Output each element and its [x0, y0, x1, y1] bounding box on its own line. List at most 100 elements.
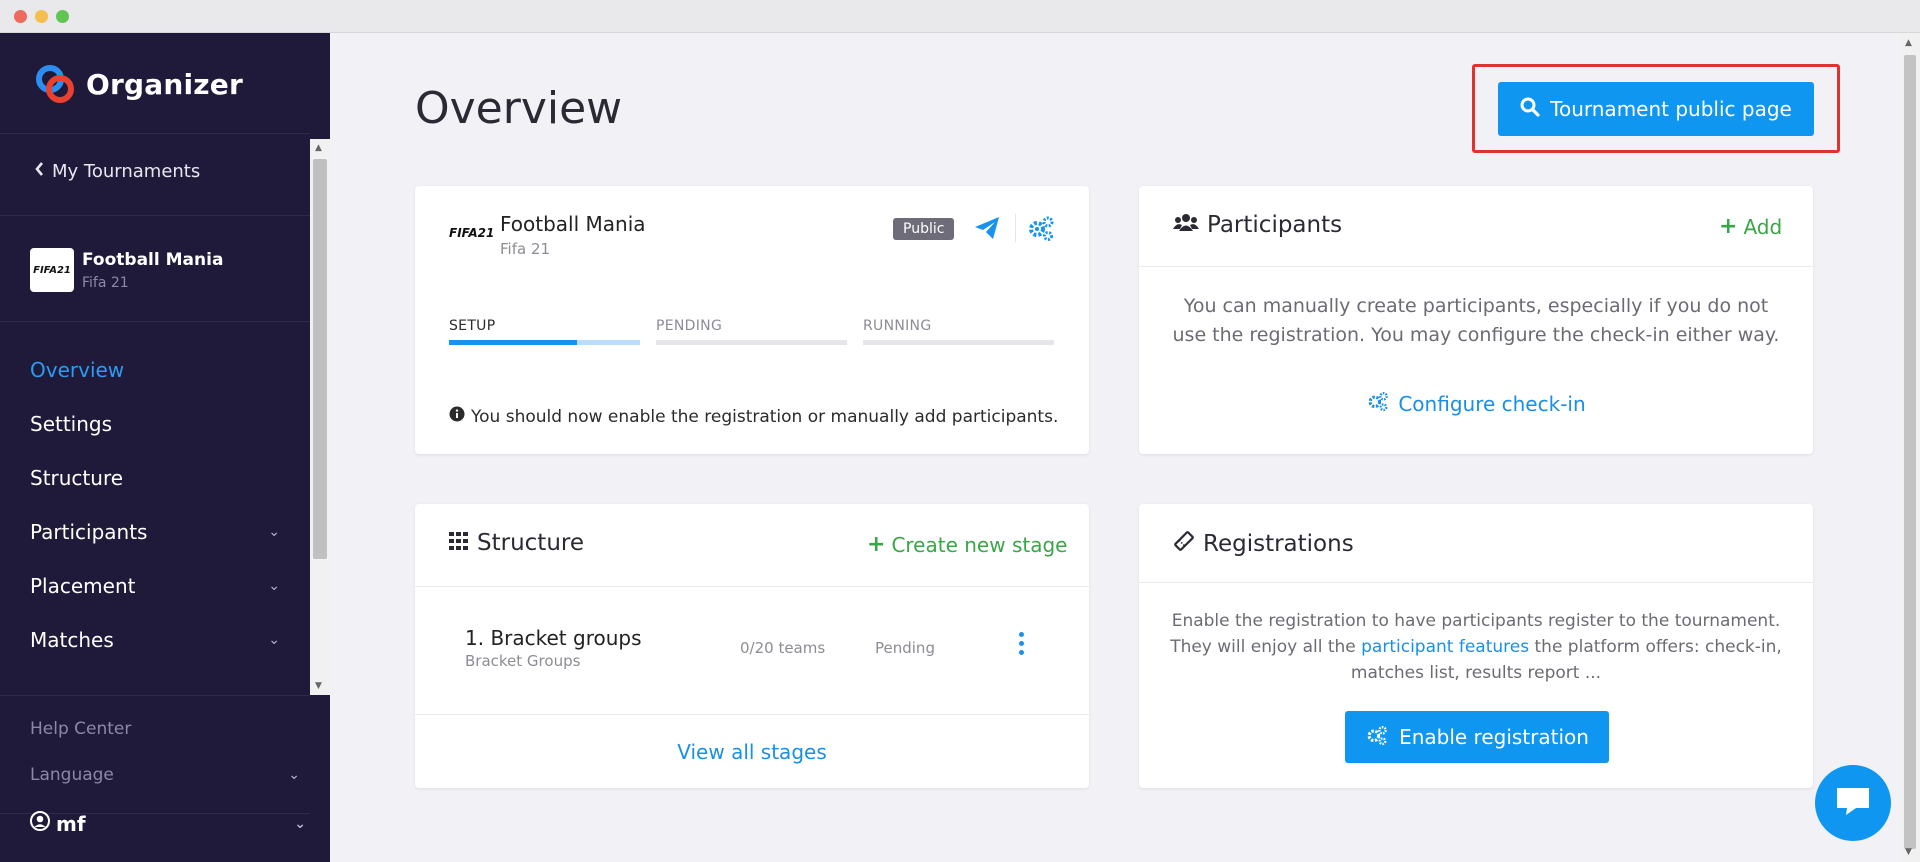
enable-registration-button[interactable]: Enable registration — [1345, 711, 1609, 763]
game-logo: FIFA21 — [449, 226, 495, 240]
page-title: Overview — [415, 83, 623, 134]
configure-check-in-link[interactable]: Configure check-in — [1139, 390, 1813, 417]
user-avatar-icon — [30, 811, 50, 836]
stage-name: 1. Bracket groups — [465, 626, 642, 650]
chevron-down-icon: ⌄ — [268, 632, 280, 648]
maximize-window-button[interactable] — [56, 10, 69, 23]
step-running: RUNNING — [863, 318, 1054, 345]
stage-teams: 0/20 teams — [740, 639, 826, 657]
search-icon — [1520, 97, 1540, 122]
view-all-stages-link[interactable]: View all stages — [415, 740, 1089, 764]
grid-icon — [449, 530, 469, 556]
sidebar-item-settings[interactable]: Settings — [0, 397, 310, 451]
sidebar-item-structure[interactable]: Structure — [0, 451, 310, 505]
step-progress-bar — [449, 340, 640, 345]
sidebar-divider — [0, 215, 310, 216]
step-pending: PENDING — [656, 318, 847, 345]
structure-card: Structure + Create new stage 1. Bracket … — [415, 504, 1089, 788]
sidebar-item-placement[interactable]: Placement ⌄ — [0, 559, 310, 613]
sidebar-divider — [0, 133, 310, 134]
sidebar-nav: Overview Settings Structure Participants… — [0, 343, 310, 667]
stage-type: Bracket Groups — [465, 652, 581, 670]
tournament-name: Football Mania — [82, 249, 224, 270]
step-progress-fill — [449, 340, 577, 345]
create-stage-label: Create new stage — [891, 532, 1068, 557]
tournament-game: Fifa 21 — [500, 240, 551, 258]
language-select[interactable]: Language ⌄ — [0, 765, 330, 785]
stage-more-options-icon[interactable] — [1019, 632, 1025, 659]
sidebar-item-label: Structure — [30, 466, 124, 490]
add-participant-button[interactable]: + Add — [1719, 214, 1782, 239]
brand[interactable]: Organizer — [34, 63, 243, 105]
tournament-info-card: FIFA21 Football Mania Fifa 21 Public SET… — [415, 186, 1089, 454]
create-new-stage-button[interactable]: + Create new stage — [867, 532, 1067, 557]
step-setup: SETUP — [449, 318, 640, 345]
main-scrollbar[interactable]: ▲ ▼ — [1900, 33, 1920, 862]
card-divider — [415, 714, 1089, 715]
gears-icon — [1366, 390, 1390, 417]
sidebar-divider — [0, 321, 310, 322]
chat-launcher-button[interactable] — [1815, 765, 1891, 841]
chevron-left-icon — [34, 161, 44, 182]
sidebar-item-label: Overview — [30, 358, 125, 382]
status-badge: Public — [893, 218, 955, 240]
sidebar-item-participants[interactable]: Participants ⌄ — [0, 505, 310, 559]
scroll-down-icon[interactable]: ▼ — [315, 681, 322, 691]
ticket-icon — [1173, 530, 1195, 558]
language-label: Language — [30, 765, 114, 785]
registrations-description: Enable the registration to have particip… — [1169, 608, 1783, 686]
tournament-game: Fifa 21 — [82, 274, 129, 291]
step-label: SETUP — [449, 318, 496, 334]
organizer-logo-icon — [34, 63, 76, 105]
info-circle-icon — [449, 406, 465, 427]
brand-name: Organizer — [86, 67, 243, 101]
chevron-down-icon: ⌄ — [294, 815, 306, 832]
card-divider — [1139, 582, 1813, 583]
gears-icon — [1365, 724, 1389, 751]
sidebar-item-label: Placement — [30, 574, 136, 598]
chat-bubble-icon — [1834, 784, 1872, 822]
step-progress-bar — [863, 340, 1054, 345]
stage-status: Pending — [875, 639, 935, 657]
sidebar-scrollbar[interactable]: ▲ ▼ — [310, 139, 330, 695]
card-divider — [415, 586, 1089, 587]
main-scroll-thumb[interactable] — [1904, 55, 1916, 849]
scroll-up-icon[interactable]: ▲ — [1905, 38, 1912, 48]
sidebar: Organizer My Tournaments FIFA21 Football… — [0, 33, 330, 862]
help-center-label: Help Center — [30, 719, 132, 739]
configure-check-in-label: Configure check-in — [1398, 391, 1586, 416]
sidebar-divider — [0, 695, 310, 696]
sidebar-item-overview[interactable]: Overview — [0, 343, 310, 397]
close-window-button[interactable] — [14, 10, 27, 23]
divider — [1015, 214, 1016, 242]
info-note: You should now enable the registration o… — [449, 406, 1058, 427]
sidebar-scroll-thumb[interactable] — [313, 159, 327, 559]
paper-plane-icon[interactable] — [973, 214, 1001, 246]
card-title: Registrations — [1173, 530, 1354, 558]
tournament-public-page-button[interactable]: Tournament public page — [1498, 82, 1814, 136]
chevron-down-icon: ⌄ — [268, 578, 280, 594]
help-center-link[interactable]: Help Center — [0, 719, 330, 739]
tournament-logo: FIFA21 — [30, 248, 74, 292]
registrations-title: Registrations — [1203, 531, 1354, 557]
back-to-tournaments-link[interactable]: My Tournaments — [34, 161, 200, 182]
gears-icon[interactable] — [1027, 214, 1055, 246]
participants-description: You can manually create participants, es… — [1172, 295, 1780, 346]
minimize-window-button[interactable] — [35, 10, 48, 23]
plus-icon: + — [1719, 214, 1738, 239]
scroll-down-icon[interactable]: ▼ — [1905, 847, 1912, 857]
participant-features-link[interactable]: participant features — [1361, 637, 1529, 657]
enable-registration-label: Enable registration — [1399, 725, 1589, 749]
window-titlebar — [0, 0, 1920, 33]
scroll-up-icon[interactable]: ▲ — [315, 143, 322, 153]
sidebar-item-label: Settings — [30, 412, 113, 436]
add-label: Add — [1743, 214, 1783, 239]
user-menu[interactable]: mf ⌄ — [30, 811, 306, 836]
plus-icon: + — [867, 532, 886, 557]
sidebar-tournament[interactable]: FIFA21 Football Mania Fifa 21 — [30, 248, 223, 292]
step-progress-rest — [576, 340, 640, 345]
step-progress-bar — [656, 340, 847, 345]
users-icon — [1173, 212, 1199, 238]
card-title: Structure — [449, 530, 584, 556]
sidebar-item-matches[interactable]: Matches ⌄ — [0, 613, 310, 667]
